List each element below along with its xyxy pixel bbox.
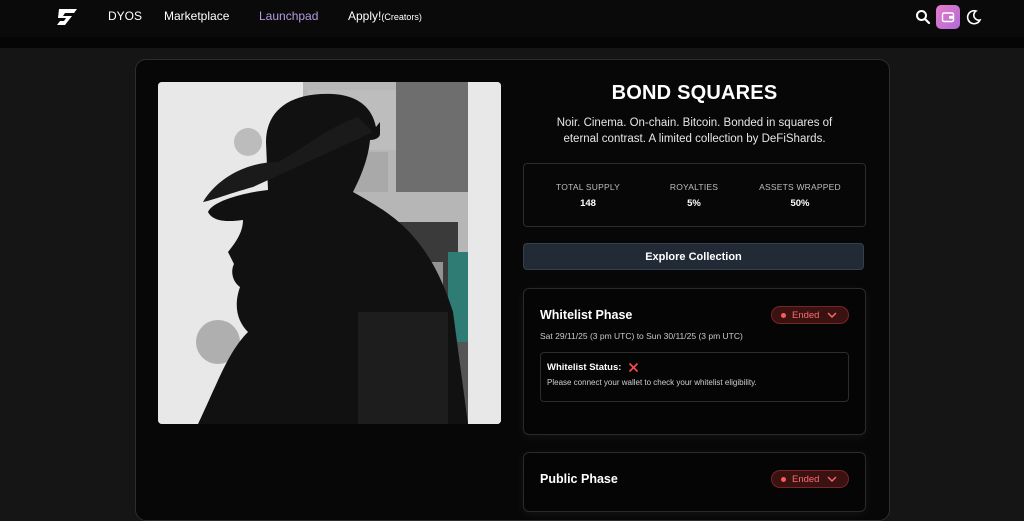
stat-value: 50% bbox=[790, 198, 810, 209]
phase-dates: Sat 29/11/25 (3 pm UTC) to Sun 30/11/25 … bbox=[540, 331, 743, 341]
stat-label: ASSETS WRAPPED bbox=[759, 182, 841, 192]
apply-label: Apply! bbox=[348, 9, 382, 23]
close-icon bbox=[629, 362, 639, 373]
status-dot bbox=[781, 312, 786, 318]
logo-icon[interactable] bbox=[55, 7, 79, 27]
nav-link-apply[interactable]: Apply!(Creators) bbox=[348, 9, 422, 23]
explore-collection-button[interactable]: Explore Collection bbox=[523, 243, 864, 270]
status-badge[interactable]: Ended bbox=[771, 470, 849, 488]
stats-panel: TOTAL SUPPLY 148 ROYALTIES 5% ASSETS WRA… bbox=[523, 163, 866, 227]
status-badge[interactable]: Ended bbox=[771, 306, 849, 324]
nav-link-marketplace[interactable]: Marketplace bbox=[164, 9, 229, 23]
public-phase-card: Public Phase Ended bbox=[523, 452, 866, 512]
whitelist-status-box: Whitelist Status: Please connect your wa… bbox=[540, 352, 849, 402]
chevron-down-icon bbox=[827, 312, 837, 318]
stat-total-supply: TOTAL SUPPLY 148 bbox=[533, 182, 643, 209]
whitelist-status-heading: Whitelist Status: bbox=[547, 362, 639, 373]
nav-link-dyos[interactable]: DYOS bbox=[108, 9, 142, 23]
whitelist-status-label: Whitelist Status: bbox=[547, 362, 622, 373]
wallet-icon[interactable] bbox=[936, 5, 960, 29]
search-icon[interactable] bbox=[912, 6, 934, 28]
collection-title: BOND SQUARES bbox=[611, 82, 778, 104]
status-text: Ended bbox=[792, 309, 820, 321]
stat-value: 5% bbox=[687, 198, 701, 209]
stat-label: TOTAL SUPPLY bbox=[556, 182, 620, 192]
top-nav: DYOS Marketplace Launchpad Apply!(Creato… bbox=[0, 0, 1024, 37]
status-dot bbox=[781, 476, 786, 482]
collection-artwork bbox=[158, 82, 501, 424]
collection-description: Noir. Cinema. On-chain. Bitcoin. Bonded … bbox=[556, 117, 833, 145]
status-text: Ended bbox=[792, 473, 820, 485]
whitelist-phase-card: Whitelist Phase Ended Sat 29/11/25 (3 pm… bbox=[523, 288, 866, 435]
stat-royalties: ROYALTIES 5% bbox=[639, 182, 749, 209]
apply-suffix: (Creators) bbox=[381, 12, 422, 22]
moon-icon[interactable] bbox=[963, 6, 985, 28]
nav-link-launchpad[interactable]: Launchpad bbox=[259, 9, 318, 23]
chevron-down-icon bbox=[827, 476, 837, 482]
phase-title: Whitelist Phase bbox=[540, 308, 633, 322]
phase-title: Public Phase bbox=[540, 472, 618, 486]
stat-value: 148 bbox=[580, 198, 596, 209]
whitelist-message: Please connect your wallet to check your… bbox=[547, 378, 757, 387]
stat-label: ROYALTIES bbox=[669, 182, 719, 192]
nav-shadow bbox=[0, 37, 1024, 48]
stat-assets-wrapped: ASSETS WRAPPED 50% bbox=[745, 182, 855, 209]
